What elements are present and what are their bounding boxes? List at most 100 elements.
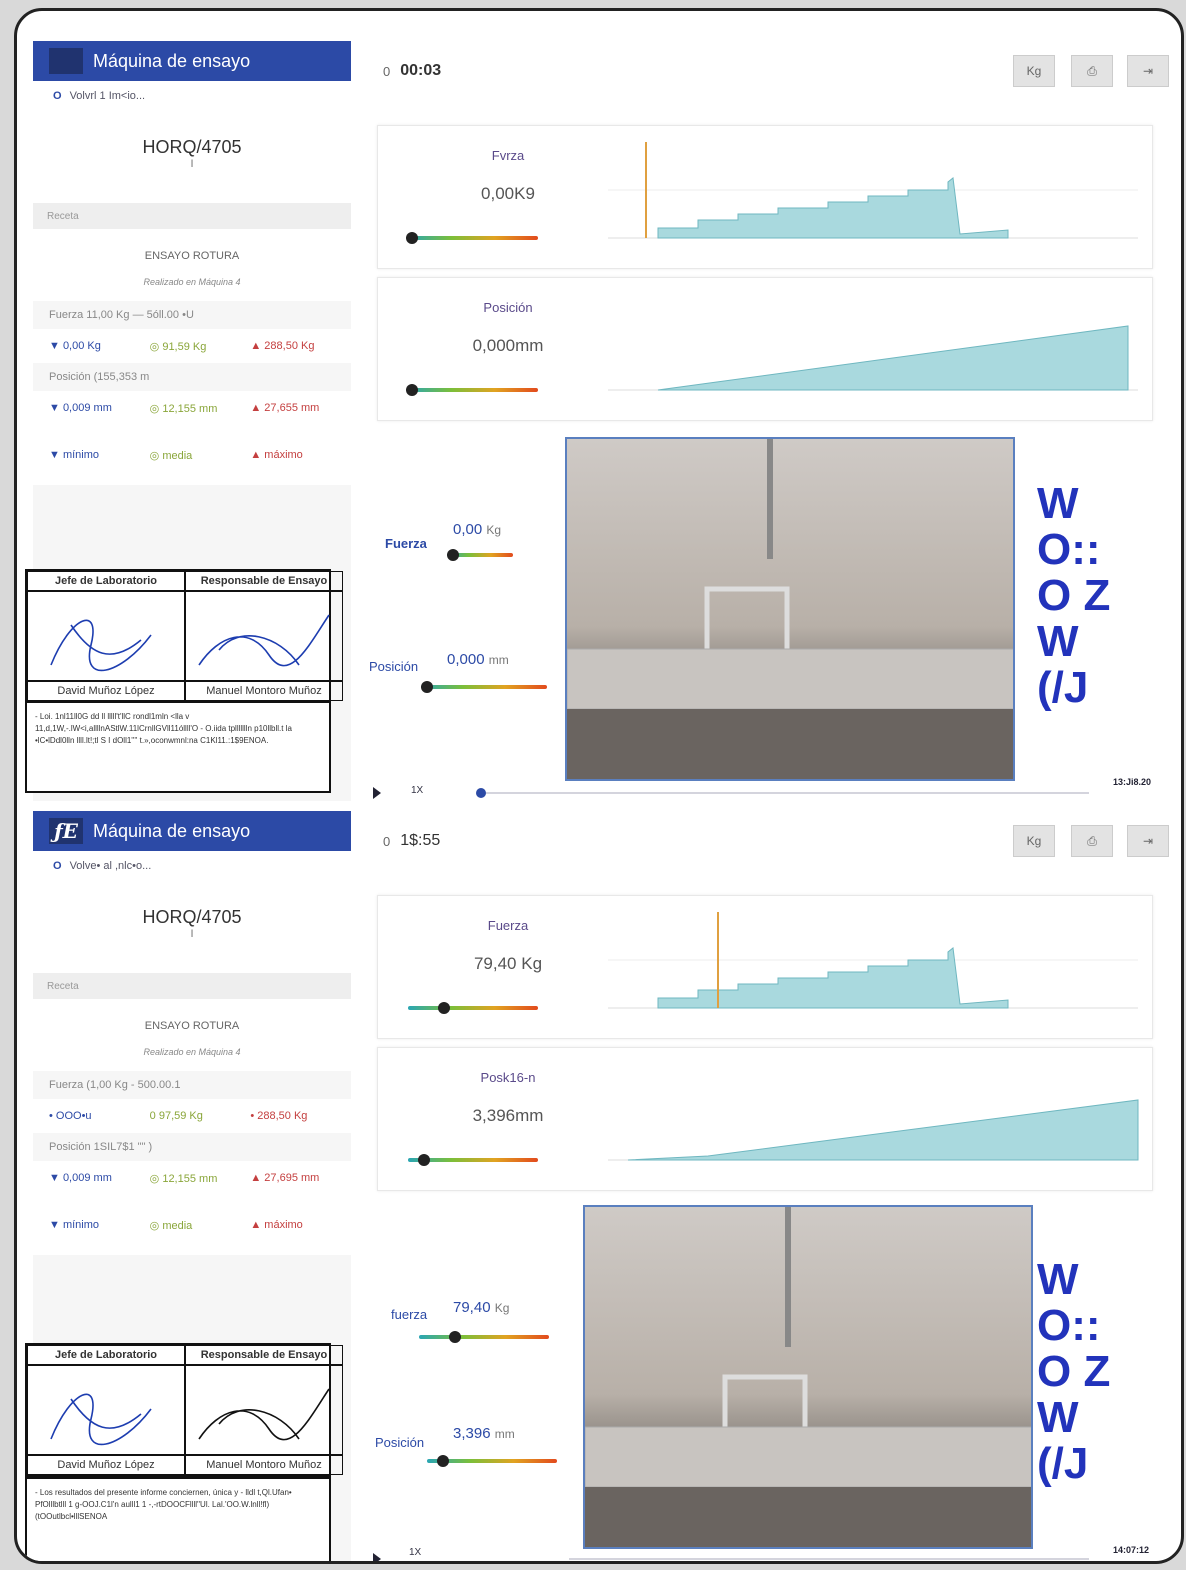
tablet-frame: Máquina de ensayo O Volvrl 1 Im<io... HOR… (14, 8, 1184, 1564)
video-force-label: Fuerza (385, 536, 427, 551)
force-label: Fuerza (487, 918, 529, 933)
test-camera-view (583, 1205, 1033, 1549)
video-timeline[interactable] (369, 783, 1089, 803)
recipe-name: ENSAYO ROTURA (144, 250, 240, 262)
test-camera-view (565, 437, 1015, 781)
force-min: ▼ 0,00 Kg (49, 340, 101, 352)
signature-left-image (27, 591, 185, 681)
video-position-value: 0,000 (447, 651, 485, 668)
video-force-knob[interactable] (449, 1331, 461, 1343)
recipe-by: Realizado en Máquina 4 (143, 1047, 241, 1057)
position-range-row: Posición (155,353 m (49, 371, 150, 383)
print-icon: ⎙ (1087, 833, 1097, 848)
unit-button[interactable]: Kg (1013, 55, 1055, 87)
pos-med: ◎ 12,155 mm (149, 402, 218, 415)
force-slider-knob[interactable] (406, 232, 418, 244)
force-min: • OOO•u (49, 1110, 92, 1122)
recipe: ENSAYO ROTURA Realizado en Máquina 4 (33, 229, 351, 301)
force-med: ◎ 91,59 Kg (149, 340, 207, 353)
test-screen-1: Máquina de ensayo O Volvrl 1 Im<io... HOR… (17, 41, 1181, 811)
sidebar-header: ƒE Máquina de ensayo (33, 811, 351, 851)
signature-right-image (185, 591, 343, 681)
code-sub: I (190, 158, 194, 170)
video-force-value: 79,40 (453, 1299, 491, 1316)
print-icon: ⎙ (1087, 63, 1097, 78)
position-stats: ▼ 0,009 mm ◎ 12,155 mm ▲ 27,695 mm (33, 1161, 351, 1195)
print-button[interactable]: ⎙ (1071, 825, 1113, 857)
force-slider-knob[interactable] (438, 1002, 450, 1014)
print-button[interactable]: ⎙ (1071, 55, 1113, 87)
exit-button[interactable]: ⇥ (1127, 825, 1169, 857)
exit-button[interactable]: ⇥ (1127, 55, 1169, 87)
recipe: ENSAYO ROTURA Realizado en Máquina 4 (33, 999, 351, 1071)
video-timeline[interactable] (369, 1549, 1089, 1564)
force-slider[interactable] (408, 1002, 538, 1014)
back-link[interactable]: O Volve• al ,nlc•o... (33, 851, 351, 881)
elapsed-time: 00:03 (400, 62, 442, 79)
playback-speed[interactable]: 1X (411, 785, 423, 796)
position-slider-knob[interactable] (418, 1154, 430, 1166)
sig-right-title: Responsable de Ensayo (185, 1345, 343, 1365)
legend-max: ▲ máximo (250, 1219, 303, 1231)
video-force-readout: 79,40 Kg (453, 1299, 509, 1316)
video-force-value: 0,00 (453, 521, 483, 538)
video-position-slider[interactable] (427, 1455, 557, 1467)
time-prefix: 0 (383, 63, 391, 79)
playback-speed[interactable]: 1X (409, 1547, 421, 1558)
sample-code: HORQ/4705 I (33, 111, 351, 203)
signature-right-image (185, 1365, 343, 1455)
sig-right-title: Responsable de Ensayo (185, 571, 343, 591)
back-icon: O (53, 860, 62, 872)
video-position-label: Posición (375, 1435, 425, 1450)
top-bar: 0 00:03 (367, 41, 1179, 101)
unit-button[interactable]: Kg (1013, 825, 1055, 857)
position-slider-knob[interactable] (406, 384, 418, 396)
video-position-knob[interactable] (437, 1455, 449, 1467)
video-position-value: 3,396 (453, 1425, 491, 1442)
code-text: HORQ/4705 (142, 137, 242, 157)
video-force-readout: 0,00 Kg (453, 521, 501, 538)
position-slider[interactable] (406, 384, 538, 396)
video-position-knob[interactable] (421, 681, 433, 693)
test-screen-2: ƒE Máquina de ensayo O Volve• al ,nlc•o..… (17, 811, 1181, 1564)
specimen-image (585, 1207, 1031, 1547)
video-force-unit: Kg (494, 1301, 510, 1315)
elapsed-time: 1$:55 (400, 832, 441, 849)
video-force-slider[interactable] (447, 549, 513, 561)
sig-left-title: Jefe de Laboratorio (27, 571, 185, 591)
code-text: HORQ/4705 (142, 907, 242, 927)
video-position-readout: 3,396 mm (453, 1425, 515, 1442)
video-force-slider[interactable] (419, 1331, 549, 1343)
pos-max: ▲ 27,695 mm (250, 1172, 320, 1184)
video-force-knob[interactable] (447, 549, 459, 561)
report-notes: - Loi. 1nl11ll0G dd ll lllll't'llC rondl… (25, 701, 331, 793)
position-stats: ▼ 0,009 mm ◎ 12,155 mm ▲ 27,655 mm (33, 391, 351, 425)
recipe-name: ENSAYO ROTURA (144, 1020, 240, 1032)
position-plot (608, 1099, 1139, 1161)
sample-code: HORQ/4705 I (33, 881, 351, 973)
video-position-unit: mm (494, 1427, 515, 1441)
video-force-unit: Kg (486, 523, 502, 537)
position-label: Posición (483, 300, 533, 315)
video-position-slider[interactable] (421, 681, 547, 693)
side-decoration: W O:: O Z W (/J (1037, 1255, 1111, 1488)
section-label: Receta (33, 203, 351, 229)
force-label: Fvrza (491, 148, 525, 163)
position-slider[interactable] (408, 1154, 538, 1166)
sidebar-header: Máquina de ensayo (33, 41, 351, 81)
pos-med: ◎ 12,155 mm (149, 1172, 218, 1185)
back-link[interactable]: O Volvrl 1 Im<io... (33, 81, 351, 111)
code-sub: I (190, 928, 194, 940)
force-stats: • OOO•u 0 97,59 Kg • 288,50 Kg (33, 1099, 351, 1133)
app-title: Máquina de ensayo (93, 820, 251, 841)
sig-left-title: Jefe de Laboratorio (27, 1345, 185, 1365)
force-med: 0 97,59 Kg (149, 1110, 203, 1122)
force-plot (608, 912, 1138, 1009)
force-max: ▲ 288,50 Kg (250, 340, 315, 352)
specimen-image (567, 439, 1013, 779)
section-label: Receta (33, 973, 351, 999)
legend-med: ◎ media (149, 1219, 193, 1232)
force-slider[interactable] (406, 232, 538, 244)
force-range-row: Fuerza (1,00 Kg - 500.00.1 (49, 1079, 181, 1091)
app-logo-icon (49, 48, 83, 74)
